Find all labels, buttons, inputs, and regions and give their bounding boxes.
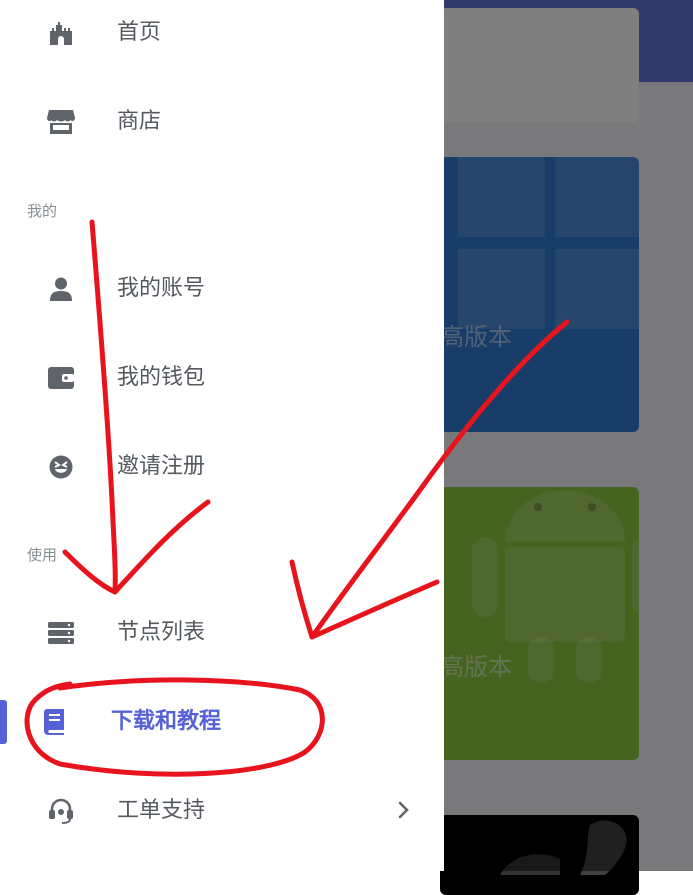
- headset-icon: [44, 794, 78, 828]
- nav-item-node-list[interactable]: 节点列表: [0, 603, 444, 663]
- nav-item-store[interactable]: 商店: [0, 92, 444, 152]
- nav-item-home[interactable]: 首页: [0, 3, 444, 63]
- active-indicator: [0, 700, 7, 744]
- nav-label: 工单支持: [117, 798, 206, 823]
- smiley-icon: [44, 450, 78, 484]
- section-title-use: 使用: [27, 546, 58, 564]
- nav-label: 节点列表: [117, 620, 206, 645]
- nav-label: 我的账号: [117, 276, 206, 301]
- nav-item-ticket-support[interactable]: 工单支持: [0, 781, 444, 841]
- nav-label: 我的钱包: [117, 365, 206, 390]
- nav-label: 邀请注册: [117, 454, 206, 479]
- book-icon: [38, 705, 72, 739]
- user-icon: [44, 272, 78, 306]
- navigation-drawer: 首页 商店 我的 我的账号 我的钱包 邀请注册 使用 节点列表 下载和教程 工单…: [0, 0, 444, 871]
- wallet-icon: [44, 361, 78, 395]
- server-icon: [44, 616, 78, 650]
- section-title-mine: 我的: [27, 202, 58, 220]
- chevron-right-icon: [398, 801, 410, 823]
- nav-item-download-tutorial[interactable]: 下载和教程: [0, 692, 444, 752]
- nav-label: 首页: [117, 20, 162, 45]
- nav-label: 商店: [117, 109, 162, 134]
- store-icon: [44, 105, 78, 139]
- nav-item-invite-register[interactable]: 邀请注册: [0, 437, 444, 497]
- nav-item-my-wallet[interactable]: 我的钱包: [0, 348, 444, 408]
- nav-item-my-account[interactable]: 我的账号: [0, 259, 444, 319]
- nav-label: 下载和教程: [111, 709, 222, 734]
- castle-icon: [44, 16, 78, 50]
